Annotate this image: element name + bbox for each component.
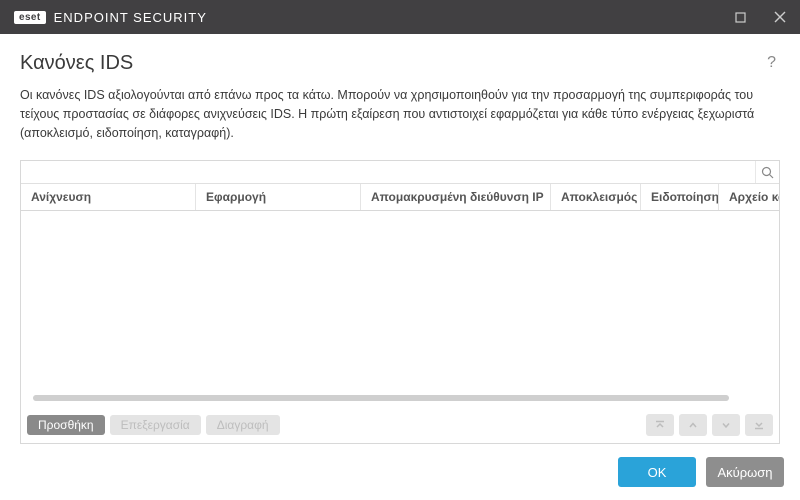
- search-input[interactable]: [21, 161, 755, 183]
- ok-button[interactable]: OK: [618, 457, 696, 487]
- window-maximize-button[interactable]: [720, 0, 760, 34]
- search-icon[interactable]: [755, 161, 779, 183]
- table-body: [21, 211, 779, 407]
- cancel-button[interactable]: Ακύρωση: [706, 457, 784, 487]
- column-header-block[interactable]: Αποκλεισμός: [551, 184, 641, 210]
- content-area: Κανόνες IDS ? Οι κανόνες IDS αξιολογούντ…: [0, 34, 800, 444]
- edit-button: Επεξεργασία: [110, 415, 201, 435]
- column-header-log[interactable]: Αρχείο κατα: [719, 184, 779, 210]
- move-down-button: [712, 414, 740, 436]
- page-title: Κανόνες IDS: [20, 52, 763, 75]
- column-header-detection[interactable]: Ανίχνευση: [21, 184, 196, 210]
- delete-button: Διαγραφή: [206, 415, 280, 435]
- list-toolbar: Προσθήκη Επεξεργασία Διαγραφή: [21, 407, 779, 443]
- dialog-footer: OK Ακύρωση: [0, 444, 800, 500]
- titlebar: eset ENDPOINT SECURITY: [0, 0, 800, 34]
- brand-badge: eset: [14, 11, 46, 24]
- horizontal-scrollbar[interactable]: [33, 395, 729, 401]
- window-close-button[interactable]: [760, 0, 800, 34]
- column-header-remote-ip[interactable]: Απομακρυσμένη διεύθυνση IP: [361, 184, 551, 210]
- rules-panel: Ανίχνευση Εφαρμογή Απομακρυσμένη διεύθυν…: [20, 160, 780, 444]
- horizontal-scrollbar-thumb[interactable]: [33, 395, 729, 401]
- column-header-notify[interactable]: Ειδοποίηση: [641, 184, 719, 210]
- column-header-application[interactable]: Εφαρμογή: [196, 184, 361, 210]
- move-bottom-button: [745, 414, 773, 436]
- move-top-button: [646, 414, 674, 436]
- help-icon[interactable]: ?: [763, 50, 780, 76]
- move-up-button: [679, 414, 707, 436]
- table-header: Ανίχνευση Εφαρμογή Απομακρυσμένη διεύθυν…: [21, 184, 779, 211]
- brand-text: ENDPOINT SECURITY: [54, 10, 207, 25]
- page-description: Οι κανόνες IDS αξιολογούνται από επάνω π…: [20, 86, 780, 142]
- add-button[interactable]: Προσθήκη: [27, 415, 105, 435]
